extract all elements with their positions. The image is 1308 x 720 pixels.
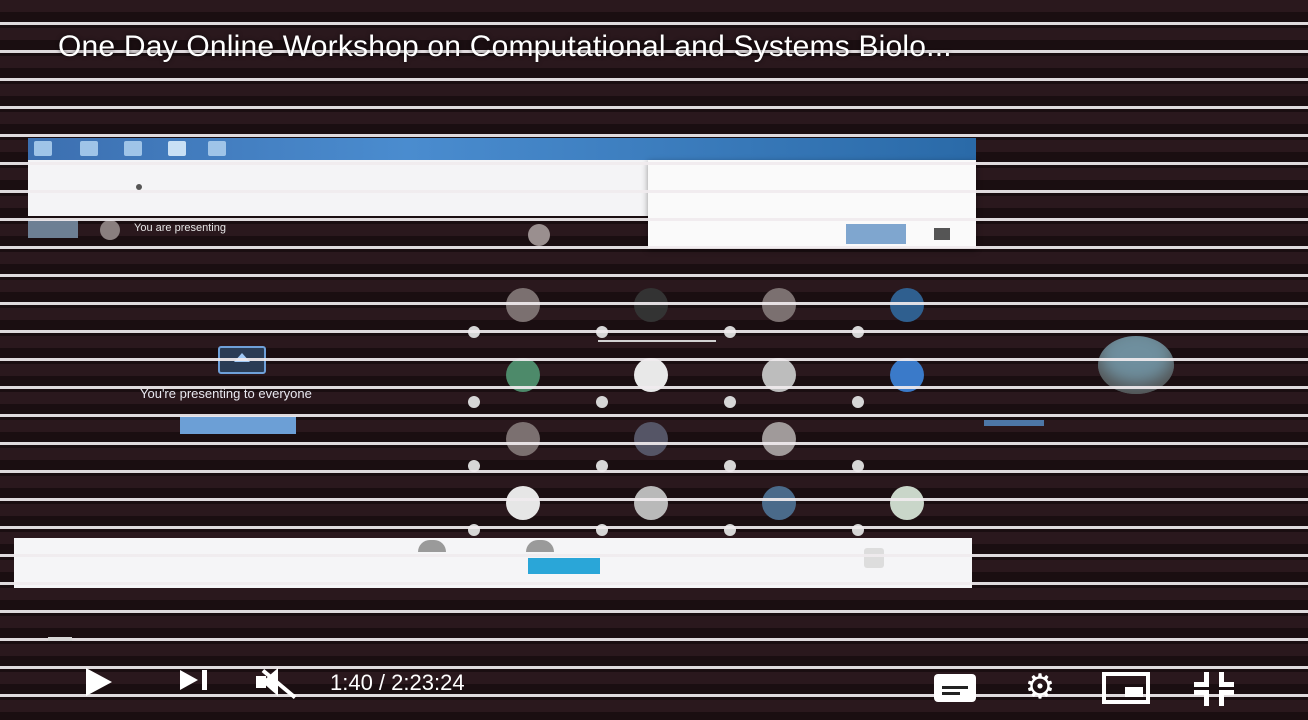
captured-taskbar [28,138,976,160]
mic-icon [852,460,864,472]
avatar [506,288,540,322]
volume-muted-icon[interactable] [252,664,300,700]
avatar [634,486,668,520]
captured-dialog-button [528,558,600,574]
mic-icon [852,524,864,536]
mic-icon [724,326,736,338]
participant-tile [718,422,838,472]
miniplayer-icon[interactable] [1102,672,1150,704]
presenting-panel: You're presenting to everyone [140,340,360,440]
taskbar-app-icon [168,141,186,156]
presenting-header: You are presenting [28,218,648,246]
active-speaker-underline [598,340,716,342]
mic-icon [468,460,480,472]
captured-bottom-panel [14,538,972,588]
play-icon[interactable] [84,664,118,700]
captured-sharing-popover [648,160,976,248]
participant-tile [590,486,710,536]
avatar [634,358,668,392]
stop-presenting-button [180,416,296,434]
captured-panel-icon [864,548,884,568]
participant-tile [462,288,582,338]
mic-icon [724,396,736,408]
time-display: 1:40 / 2:23:24 [330,670,465,695]
presenter-avatar [1098,336,1174,394]
mic-icon [596,326,608,338]
avatar [528,224,550,246]
avatar [506,486,540,520]
avatar [506,422,540,456]
gear-icon[interactable]: ⚙ [1020,670,1060,704]
camera-icon [934,228,950,240]
mic-icon [468,396,480,408]
subtitles-icon[interactable] [934,674,976,702]
mic-icon [596,396,608,408]
participant-tile [846,288,966,338]
avatar [762,422,796,456]
avatar [100,220,120,240]
participant-tile [590,422,710,472]
avatar [634,288,668,322]
participant-tile [718,288,838,338]
progress-bar[interactable] [48,637,72,641]
avatar [418,540,446,552]
mic-icon [724,460,736,472]
video-frame[interactable]: One Day Online Workshop on Computational… [0,0,1308,720]
avatar [526,540,554,552]
you-are-presenting-label: You are presenting [134,222,226,234]
browser-tab-dot [136,184,142,190]
exit-fullscreen-icon[interactable] [1194,670,1234,706]
video-title: One Day Online Workshop on Computational… [58,30,952,63]
mic-icon [852,396,864,408]
avatar [762,288,796,322]
mic-icon [596,460,608,472]
taskbar-app-icon [124,141,142,156]
taskbar-app-icon [208,141,226,156]
next-icon[interactable] [180,668,214,694]
participant-grid [462,288,972,538]
meeting-chip [28,220,78,238]
popover-action-button [846,224,906,244]
avatar [762,358,796,392]
participant-tile [846,422,966,472]
participant-tile [846,358,966,408]
participant-tile [590,358,710,408]
participant-tile [462,486,582,536]
present-screen-icon [218,346,266,374]
participant-tile [590,288,716,342]
presenting-to-everyone-label: You're presenting to everyone [140,386,312,401]
mic-icon [468,326,480,338]
avatar [890,486,924,520]
mic-icon [468,524,480,536]
mic-icon [724,524,736,536]
taskbar-app-icon [80,141,98,156]
side-link [984,420,1044,426]
avatar [506,358,540,392]
participant-tile [462,358,582,408]
mic-icon [596,524,608,536]
participant-tile [718,358,838,408]
participant-tile [462,422,582,472]
participant-tile [718,486,838,536]
participant-tile [846,486,966,536]
avatar [634,422,668,456]
mic-icon [852,326,864,338]
taskbar-app-icon [34,141,52,156]
player-controls: 1:40 / 2:23:24 ⚙ [0,658,1308,710]
avatar [762,486,796,520]
avatar [890,358,924,392]
avatar [890,288,924,322]
